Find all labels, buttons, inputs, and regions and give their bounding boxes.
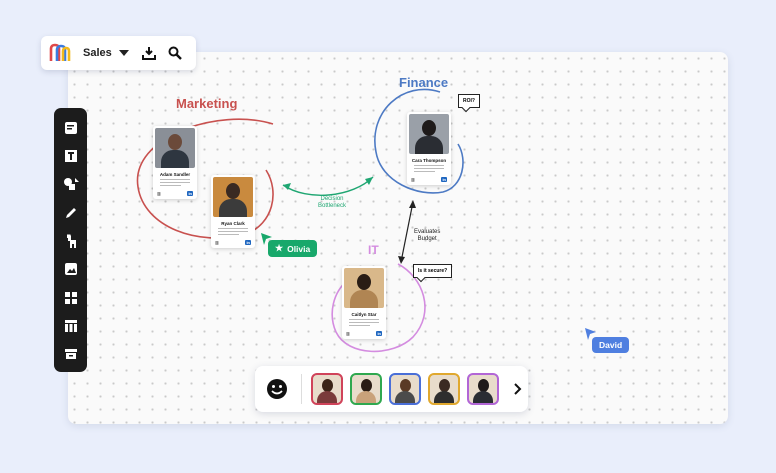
finance-comment-bubble[interactable]: ROI? [458, 94, 480, 108]
collaborator-avatar[interactable] [389, 373, 421, 405]
star-icon: ★ [275, 243, 284, 253]
collaborator-avatar[interactable] [467, 373, 499, 405]
person-card[interactable]: Cara Thompson ▥ in [407, 112, 451, 185]
marketing-finance-connector [282, 176, 374, 196]
emoji-reaction-icon[interactable] [266, 378, 288, 400]
llama-icon[interactable] [60, 230, 82, 251]
board-name[interactable]: Sales [83, 47, 117, 59]
chevron-down-icon[interactable] [117, 46, 131, 60]
grid-icon[interactable] [60, 287, 82, 308]
download-icon[interactable] [141, 45, 157, 61]
avatar [409, 114, 449, 154]
person-name: Caitlyn Star [351, 312, 377, 317]
avatar [344, 268, 384, 308]
collaborator-avatar[interactable] [350, 373, 382, 405]
table-icon[interactable] [60, 315, 82, 336]
org-icon: ▥ [411, 177, 415, 182]
finance-it-connector-label: Evaluates Budget [414, 229, 441, 242]
person-name: Adam Sandler [159, 172, 191, 177]
org-icon: ▥ [215, 240, 219, 245]
app-logo-icon [49, 43, 71, 61]
marketing-finance-connector-label: Decision Bottleneck [318, 196, 347, 209]
linkedin-icon[interactable]: in [376, 331, 382, 336]
finance-it-connector [400, 201, 414, 263]
divider [301, 374, 302, 404]
archive-icon[interactable] [60, 344, 82, 365]
person-card[interactable]: Caitlyn Star ▥ in [342, 266, 386, 339]
text-icon[interactable] [60, 145, 82, 166]
person-name: Cara Thompson [411, 158, 447, 163]
collaborators-bar [255, 366, 528, 412]
collaborator-avatar[interactable] [311, 373, 343, 405]
top-bar: Sales [41, 36, 196, 70]
olivia-cursor-tag: ★ Olivia [268, 240, 318, 257]
person-card[interactable]: Ryan Clark ▥ in [211, 175, 255, 248]
it-group-label: IT [368, 243, 379, 257]
pen-icon[interactable] [60, 202, 82, 223]
collaborator-avatar[interactable] [428, 373, 460, 405]
sticky-note-icon[interactable] [60, 117, 82, 138]
person-card[interactable]: Adam Sandler ▥ in [153, 126, 197, 199]
avatar [155, 128, 195, 168]
left-toolbar [54, 108, 87, 372]
shapes-icon[interactable] [60, 174, 82, 195]
avatar [213, 177, 253, 217]
org-icon: ▥ [346, 331, 350, 336]
image-icon[interactable] [60, 259, 82, 280]
chevron-right-icon[interactable] [510, 381, 526, 397]
it-comment-bubble[interactable]: Is it secure? [413, 264, 453, 278]
linkedin-icon[interactable]: in [441, 177, 447, 182]
search-icon[interactable] [167, 45, 183, 61]
person-name: Ryan Clark [221, 221, 245, 226]
cursor-user-name: Olivia [287, 243, 311, 254]
marketing-group-label: Marketing [176, 96, 238, 111]
linkedin-icon[interactable]: in [245, 240, 251, 245]
linkedin-icon[interactable]: in [187, 191, 193, 196]
finance-group-label: Finance [399, 75, 449, 90]
cursor-user-name: David [599, 340, 623, 350]
david-cursor-tag: David [592, 337, 630, 353]
org-icon: ▥ [157, 191, 161, 196]
